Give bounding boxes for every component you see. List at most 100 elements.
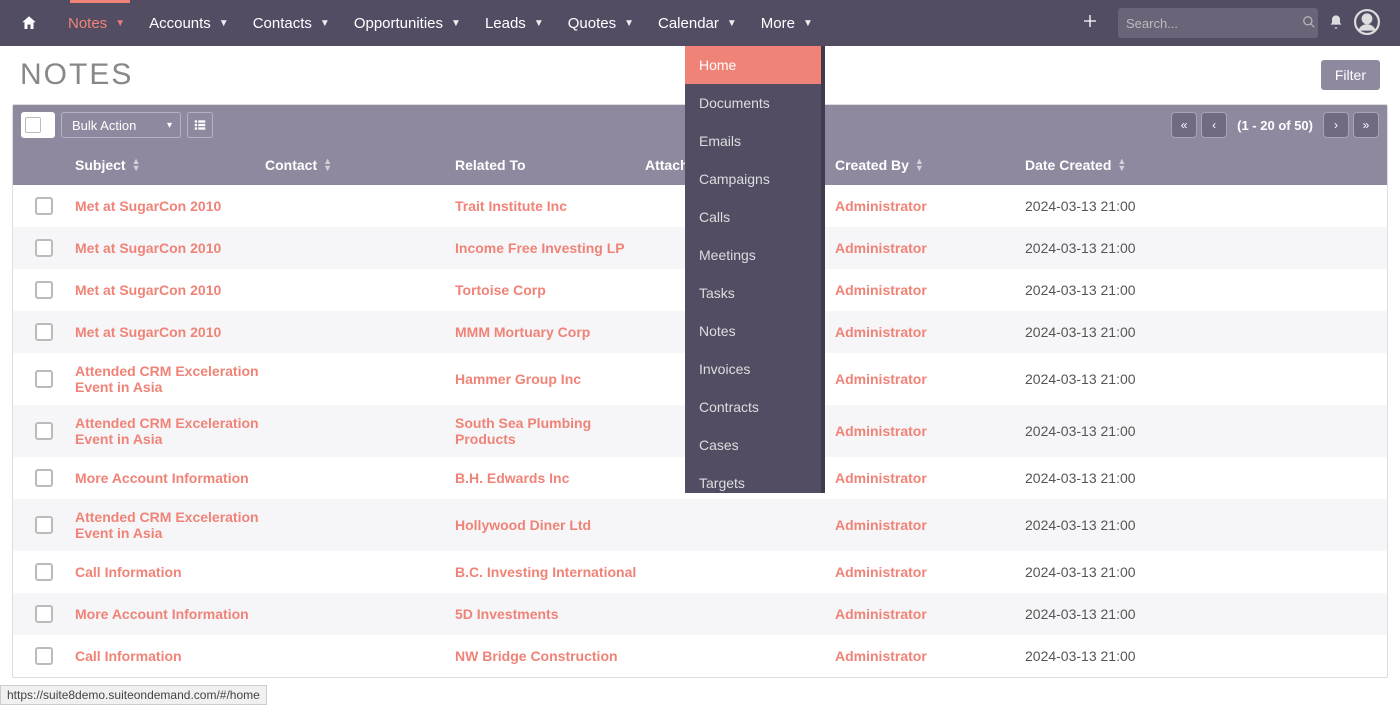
pager-next-button[interactable]: › [1323, 112, 1349, 138]
row-related-link[interactable]: Income Free Investing LP [455, 240, 645, 256]
row-checkbox[interactable] [35, 281, 53, 299]
header-contact[interactable]: Contact ▲▼ [265, 157, 455, 173]
nav-item-leads[interactable]: Leads▼ [473, 0, 556, 46]
row-related-link[interactable]: Hollywood Diner Ltd [455, 517, 645, 533]
row-created-by-link[interactable]: Administrator [835, 564, 1025, 580]
row-subject-link[interactable]: Call Information [75, 648, 265, 664]
pager-first-button[interactable]: « [1171, 112, 1197, 138]
row-related-link[interactable]: Hammer Group Inc [455, 371, 645, 387]
nav-item-notes[interactable]: Notes▼ [56, 0, 137, 46]
chevron-down-icon: ▼ [624, 18, 634, 29]
bulk-action-dropdown[interactable]: Bulk Action [61, 112, 181, 138]
row-subject-link[interactable]: More Account Information [75, 470, 265, 486]
row-subject-link[interactable]: Attended CRM Exceleration Event in Asia [75, 415, 265, 447]
page-title: NOTES [20, 58, 133, 92]
row-subject-link[interactable]: Met at SugarCon 2010 [75, 240, 265, 256]
notifications-button[interactable] [1328, 14, 1344, 33]
dropdown-item-meetings[interactable]: Meetings [685, 236, 821, 274]
row-created-by-link[interactable]: Administrator [835, 240, 1025, 256]
plus-icon [1082, 13, 1098, 29]
dropdown-item-contracts[interactable]: Contracts [685, 388, 821, 426]
dropdown-item-cases[interactable]: Cases [685, 426, 821, 464]
row-related-link[interactable]: NW Bridge Construction [455, 648, 645, 664]
row-checkbox[interactable] [35, 323, 53, 341]
row-subject-link[interactable]: More Account Information [75, 606, 265, 622]
nav-item-label: Opportunities [354, 15, 443, 32]
nav-item-accounts[interactable]: Accounts▼ [137, 0, 241, 46]
table-row: More Account Information 5D Investments Ad… [13, 593, 1387, 635]
filter-button[interactable]: Filter [1321, 60, 1380, 90]
row-checkbox[interactable] [35, 647, 53, 665]
row-checkbox[interactable] [35, 516, 53, 534]
row-created-by-link[interactable]: Administrator [835, 648, 1025, 664]
user-menu-button[interactable] [1354, 9, 1380, 38]
row-created-by-link[interactable]: Administrator [835, 606, 1025, 622]
dropdown-item-tasks[interactable]: Tasks [685, 274, 821, 312]
table-row: Attended CRM Exceleration Event in Asia H… [13, 499, 1387, 551]
select-all-checkbox[interactable] [25, 117, 41, 133]
row-created-by-link[interactable]: Administrator [835, 371, 1025, 387]
row-related-link[interactable]: Tortoise Corp [455, 282, 645, 298]
search-input[interactable] [1126, 16, 1302, 31]
dropdown-item-calls[interactable]: Calls [685, 198, 821, 236]
row-related-link[interactable]: B.C. Investing International [455, 564, 645, 580]
row-created-by-link[interactable]: Administrator [835, 517, 1025, 533]
row-related-link[interactable]: Trait Institute Inc [455, 198, 645, 214]
header-created-by[interactable]: Created By ▲▼ [835, 157, 1025, 173]
row-checkbox[interactable] [35, 563, 53, 581]
dropdown-item-targets[interactable]: Targets [685, 464, 821, 493]
chevron-down-icon: ▼ [115, 18, 125, 29]
row-created-by-link[interactable]: Administrator [835, 423, 1025, 439]
header-contact-label: Contact [265, 157, 317, 173]
row-checkbox[interactable] [35, 605, 53, 623]
header-subject[interactable]: Subject ▲▼ [75, 157, 265, 173]
row-checkbox[interactable] [35, 469, 53, 487]
dropdown-item-notes[interactable]: Notes [685, 312, 821, 350]
nav-item-contacts[interactable]: Contacts▼ [241, 0, 342, 46]
row-checkbox[interactable] [35, 239, 53, 257]
row-subject-link[interactable]: Met at SugarCon 2010 [75, 282, 265, 298]
row-related-link[interactable]: B.H. Edwards Inc [455, 470, 645, 486]
row-created-by-link[interactable]: Administrator [835, 198, 1025, 214]
status-bar: https://suite8demo.suiteondemand.com/#/h… [0, 685, 267, 705]
row-checkbox[interactable] [35, 197, 53, 215]
nav-item-label: Contacts [253, 15, 312, 32]
nav-item-quotes[interactable]: Quotes▼ [556, 0, 646, 46]
chevron-down-icon: ▼ [534, 18, 544, 29]
pager-last-button[interactable]: » [1353, 112, 1379, 138]
row-created-by-link[interactable]: Administrator [835, 282, 1025, 298]
header-related-to[interactable]: Related To [455, 157, 645, 173]
columns-button[interactable] [187, 112, 213, 138]
search-icon[interactable] [1302, 15, 1316, 32]
row-created-by-link[interactable]: Administrator [835, 470, 1025, 486]
dropdown-item-home[interactable]: Home [685, 46, 821, 84]
row-related-link[interactable]: 5D Investments [455, 606, 645, 622]
header-related-label: Related To [455, 157, 526, 173]
row-related-link[interactable]: MMM Mortuary Corp [455, 324, 645, 340]
row-subject-link[interactable]: Call Information [75, 564, 265, 580]
select-all-container[interactable] [21, 112, 55, 138]
dropdown-item-emails[interactable]: Emails [685, 122, 821, 160]
row-checkbox[interactable] [35, 370, 53, 388]
create-button[interactable] [1072, 12, 1108, 35]
dropdown-item-invoices[interactable]: Invoices [685, 350, 821, 388]
nav-item-opportunities[interactable]: Opportunities▼ [342, 0, 473, 46]
row-subject-link[interactable]: Attended CRM Exceleration Event in Asia [75, 363, 265, 395]
dropdown-item-campaigns[interactable]: Campaigns [685, 160, 821, 198]
row-checkbox-cell [35, 422, 75, 440]
nav-item-calendar[interactable]: Calendar▼ [646, 0, 749, 46]
row-checkbox-cell [35, 647, 75, 665]
row-created-by-link[interactable]: Administrator [835, 324, 1025, 340]
pager-prev-button[interactable]: ‹ [1201, 112, 1227, 138]
row-date-created: 2024-03-13 21:00 [1025, 648, 1387, 664]
row-checkbox-cell [35, 469, 75, 487]
home-button[interactable] [20, 14, 38, 32]
dropdown-item-documents[interactable]: Documents [685, 84, 821, 122]
row-checkbox[interactable] [35, 422, 53, 440]
row-subject-link[interactable]: Attended CRM Exceleration Event in Asia [75, 509, 265, 541]
nav-item-more[interactable]: More▼ [749, 0, 825, 46]
row-subject-link[interactable]: Met at SugarCon 2010 [75, 198, 265, 214]
row-related-link[interactable]: South Sea Plumbing Products [455, 415, 645, 447]
header-date-created[interactable]: Date Created ▲▼ [1025, 157, 1387, 173]
row-subject-link[interactable]: Met at SugarCon 2010 [75, 324, 265, 340]
